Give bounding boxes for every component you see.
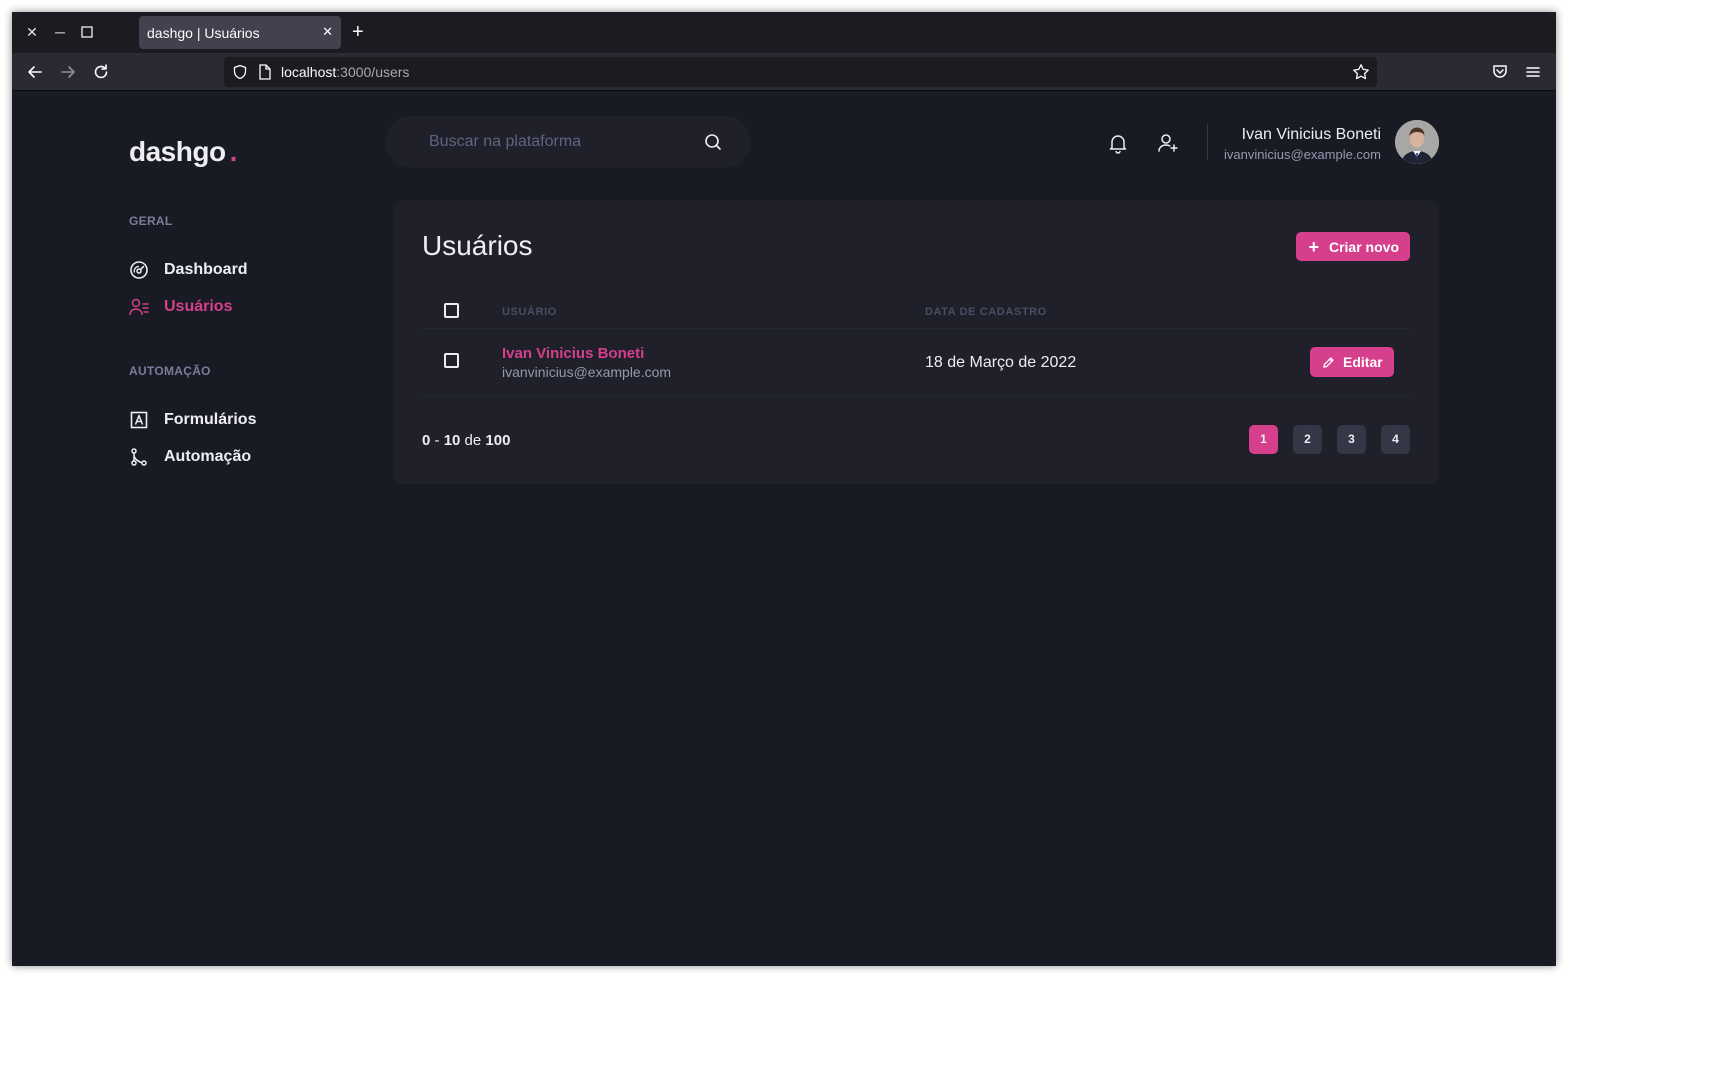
table-row-divider — [422, 395, 1410, 396]
header-divider — [1207, 124, 1208, 160]
user-registration-date: 18 de Março de 2022 — [925, 354, 1077, 371]
table-header-divider — [422, 328, 1410, 329]
tab-close-icon[interactable]: ✕ — [322, 24, 333, 40]
address-bar[interactable]: localhost:3000/users — [224, 57, 1377, 87]
pagination-info: 0 - 10 de 100 — [422, 432, 511, 449]
new-tab-icon[interactable]: + — [352, 22, 364, 42]
range-end: 10 — [443, 432, 461, 449]
sidebar-item-dashboard[interactable]: Dashboard — [129, 258, 248, 282]
app-page: dashgo. Ivan Vinicius Boneti ivanviniciu… — [12, 92, 1556, 966]
plus-icon: + — [1308, 236, 1319, 257]
profile-name: Ivan Vinicius Boneti — [1241, 126, 1381, 143]
users-card: Usuários + Criar novo USUÁRIO DATA DE CA… — [393, 200, 1439, 484]
range-of-label: de — [464, 432, 482, 449]
sidebar-item-label: Dashboard — [164, 261, 248, 278]
pocket-icon[interactable] — [1490, 62, 1510, 82]
sidebar-item-label: Formulários — [164, 411, 257, 428]
avatar[interactable] — [1395, 120, 1439, 164]
sidebar-item-formularios[interactable]: Formulários — [129, 408, 256, 432]
page-title: Usuários — [422, 230, 533, 261]
column-header-usuario: USUÁRIO — [502, 306, 557, 318]
window-close-icon[interactable]: ✕ — [22, 22, 42, 42]
window-minimize-icon[interactable]: ─ — [50, 22, 70, 42]
row-checkbox[interactable] — [444, 353, 459, 368]
users-icon — [129, 298, 149, 316]
create-new-button[interactable]: + Criar novo — [1296, 232, 1410, 261]
search-input[interactable] — [429, 131, 699, 153]
logo[interactable]: dashgo. — [129, 136, 237, 168]
browser-tab[interactable]: dashgo | Usuários ✕ — [139, 16, 341, 49]
menu-icon[interactable] — [1523, 62, 1543, 82]
dashboard-icon — [130, 261, 148, 279]
browser-tab-bar: ✕ ─ dashgo | Usuários ✕ + — [12, 12, 1556, 53]
url-path: :3000/users — [336, 64, 410, 80]
bookmark-star-icon[interactable] — [1352, 63, 1370, 81]
add-user-icon[interactable] — [1157, 132, 1179, 154]
page-button-1[interactable]: 1 — [1249, 425, 1278, 454]
sidebar-section-automacao: AUTOMAÇÃO — [129, 364, 211, 378]
notification-bell-icon[interactable] — [1107, 132, 1129, 154]
window-maximize-icon[interactable] — [77, 22, 97, 42]
forms-icon — [130, 411, 148, 429]
forward-icon[interactable] — [58, 62, 78, 82]
back-icon[interactable] — [25, 62, 45, 82]
sidebar-section-geral: GERAL — [129, 214, 173, 228]
sidebar-item-label: Automação — [164, 448, 252, 465]
page-button-4[interactable]: 4 — [1381, 425, 1410, 454]
edit-button[interactable]: Editar — [1310, 347, 1394, 377]
url-host: localhost — [281, 64, 337, 80]
search-bar[interactable] — [385, 116, 751, 168]
page-button-2[interactable]: 2 — [1293, 425, 1322, 454]
pencil-icon — [1323, 356, 1334, 368]
range-start: 0 — [422, 432, 431, 449]
select-all-checkbox[interactable] — [444, 303, 459, 318]
url-text: localhost:3000/users — [281, 64, 409, 80]
sidebar-item-label: Usuários — [164, 298, 233, 315]
edit-button-label: Editar — [1343, 354, 1383, 370]
logo-dot: . — [229, 136, 238, 167]
browser-window: ✕ ─ dashgo | Usuários ✕ + localhost:3000… — [12, 12, 1556, 966]
column-header-data-cadastro: DATA DE CADASTRO — [925, 306, 1047, 318]
user-email: ivanvinicius@example.com — [502, 364, 672, 380]
page-icon — [259, 64, 271, 80]
git-merge-icon — [131, 448, 147, 466]
logo-text: dashgo — [129, 136, 226, 167]
shield-icon[interactable] — [232, 64, 248, 80]
sidebar-item-usuarios[interactable]: Usuários — [129, 295, 232, 319]
user-name[interactable]: Ivan Vinicius Boneti — [502, 345, 644, 362]
sidebar-item-automacao[interactable]: Automação — [129, 445, 251, 469]
avatar-photo — [1395, 120, 1439, 164]
page-button-3[interactable]: 3 — [1337, 425, 1366, 454]
search-icon[interactable] — [703, 132, 723, 152]
browser-nav-bar: localhost:3000/users — [12, 53, 1556, 91]
browser-tab-title: dashgo | Usuários — [147, 25, 260, 41]
reload-icon[interactable] — [91, 62, 111, 82]
create-new-label: Criar novo — [1328, 238, 1399, 255]
profile-email: ivanvinicius@example.com — [1224, 147, 1381, 162]
range-total: 100 — [485, 432, 511, 449]
